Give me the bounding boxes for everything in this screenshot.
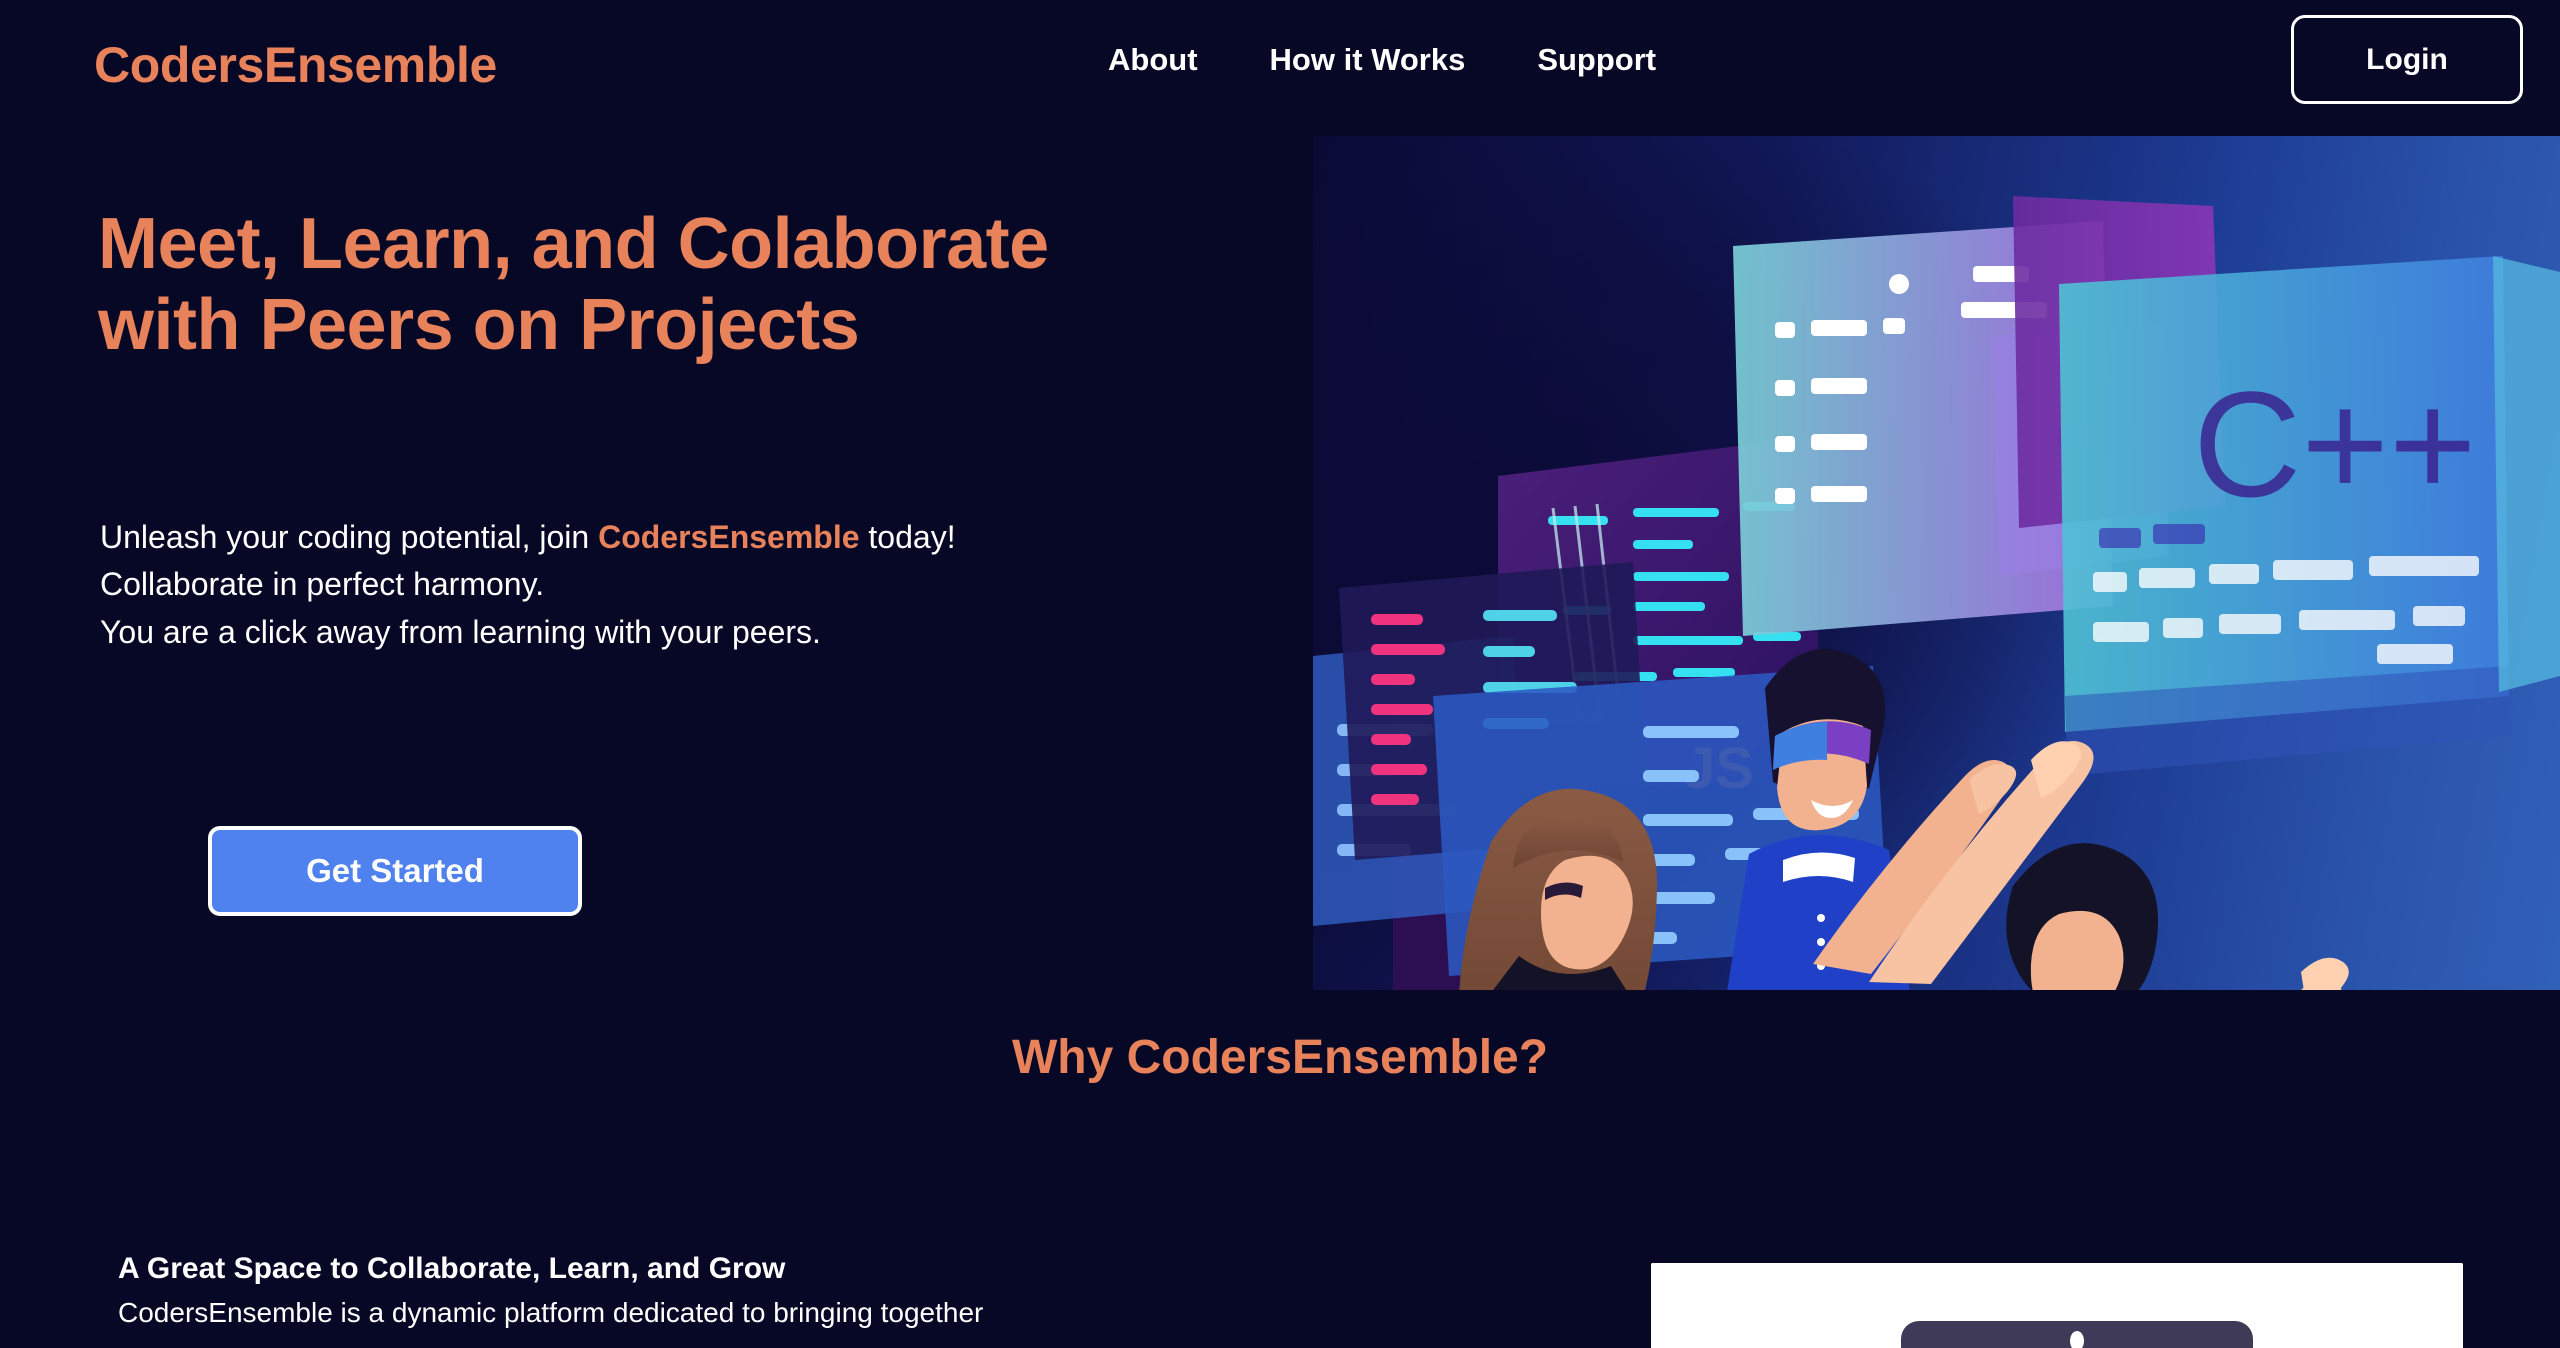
primary-nav: About How it Works Support	[1108, 42, 1656, 78]
why-section: Why CodersEnsemble? A Great Space to Col…	[0, 990, 2560, 1348]
landing-page: CodersEnsemble About How it Works Suppor…	[0, 0, 2560, 1348]
hero-illustration: JS	[1313, 136, 2560, 990]
hero-subtitle-line-3: You are a click away from learning with …	[100, 613, 821, 650]
hero-subtitle-line-1-before: Unleash your coding potential, join	[100, 519, 599, 555]
cpp-label: C++	[2193, 360, 2477, 528]
feature-body: CodersEnsemble is a dynamic platform ded…	[118, 1296, 984, 1328]
feature-heading: A Great Space to Collaborate, Learn, and…	[118, 1252, 786, 1285]
illustration-person-laptop	[2006, 843, 2349, 990]
brand-logo[interactable]: CodersEnsemble	[94, 36, 497, 94]
why-section-title: Why CodersEnsemble?	[1011, 1031, 1549, 1084]
feature-item: A Great Space to Collaborate, Learn, and…	[118, 1250, 1218, 1332]
nav-link-support[interactable]: Support	[1537, 42, 1656, 78]
hero-subtitle-line-2: Collaborate in perfect harmony.	[100, 566, 545, 603]
nav-link-about[interactable]: About	[1108, 42, 1198, 78]
hero-title: Meet, Learn, and Colaborate with Peers o…	[98, 204, 1278, 365]
site-header: CodersEnsemble About How it Works Suppor…	[0, 0, 2560, 136]
hero-subtitle: Unleash your coding potential, join Code…	[100, 514, 1250, 656]
get-started-button[interactable]: Get Started	[208, 826, 582, 916]
illustration-cpp-screen: C++	[2059, 256, 2511, 776]
features-row: A Great Space to Collaborate, Learn, and…	[0, 1250, 2560, 1348]
hero-title-line-1: Meet, Learn, and Colaborate	[98, 204, 1049, 284]
hero-illustration-svg: JS	[1313, 196, 2560, 990]
laptop-illustration	[1901, 1321, 2253, 1348]
nav-link-how-it-works[interactable]: How it Works	[1270, 42, 1466, 78]
login-button[interactable]: Login	[2291, 15, 2523, 104]
hero-title-line-2: with Peers on Projects	[98, 284, 860, 365]
feature-illustration-svg	[1651, 1263, 2463, 1348]
feature-illustration-card	[1651, 1263, 2463, 1348]
hero-section: Meet, Learn, and Colaborate with Peers o…	[0, 136, 2560, 990]
hero-subtitle-line-1-after: today!	[859, 519, 956, 555]
illustration-right-curved-screen	[2493, 256, 2560, 692]
hero-subtitle-brand-accent: CodersEnsemble	[598, 519, 860, 555]
